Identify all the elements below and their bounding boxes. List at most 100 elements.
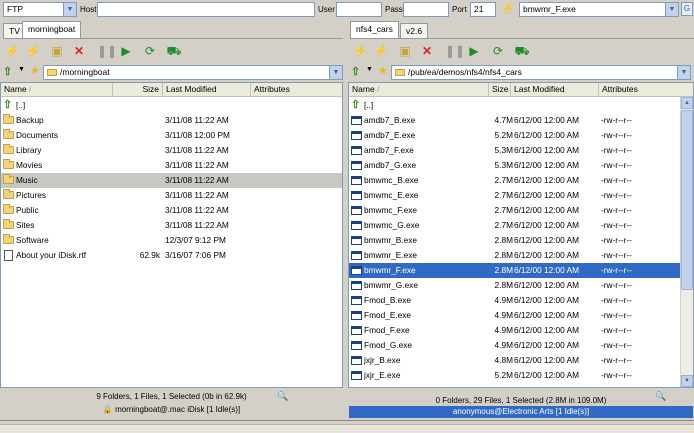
file-modified: 6/12/00 12:00 AM [514,115,580,125]
right-path-input[interactable]: /pub/ea/demos/nfs4/nfs4_cars ▼ [391,65,691,80]
column-header-name[interactable]: Name / [349,83,489,96]
play-icon[interactable]: ▶ [117,42,135,60]
exe-icon [351,326,362,335]
file-attributes: -rw-r--r-- [601,205,632,215]
table-row[interactable]: ⇧ [..] [349,98,680,113]
table-row[interactable]: bmwmc_G.exe 2.7M 6/12/00 12:00 AM -rw-r--r-… [349,218,680,233]
table-row[interactable]: jxjr_E.exe 5.2M 6/12/00 12:00 AM -rw-r--r-- [349,368,680,383]
protocol-select[interactable]: FTP ▼ [3,2,77,17]
file-attributes: -rw-r--r-- [601,340,632,350]
right-file-list[interactable]: Name / Size Last Modified Attributes ⇧ [.… [348,82,694,388]
delete-icon[interactable]: ✕ [70,42,88,60]
table-row[interactable]: Documents 3/11/08 12:00 PM [1,128,342,143]
new-folder-icon[interactable]: ▣ [396,42,414,60]
quick-file-combo[interactable]: bmwmr_F.exe ▼ [519,2,679,17]
table-row[interactable]: Backup 3/11/08 11:22 AM [1,113,342,128]
table-row[interactable]: Fmod_B.exe 4.9M 6/12/00 12:00 AM -rw-r--r-- [349,293,680,308]
bookmark-star-icon[interactable]: ★ [378,64,388,77]
pause-icon[interactable]: ❚❚ [97,42,117,60]
up-arrow-icon[interactable]: ⇧ [351,65,360,78]
left-path-input[interactable]: /morningboat ▼ [43,65,343,80]
chevron-down-icon[interactable]: ▼ [665,3,678,16]
port-input[interactable]: 21 [470,2,496,17]
file-name: bmwmr_B.exe [364,235,418,245]
table-row[interactable]: jxjr_B.exe 4.8M 6/12/00 12:00 AM -rw-r--r-- [349,353,680,368]
column-header-size[interactable]: Size [489,83,511,96]
refresh-icon[interactable]: ⟳ [141,42,159,60]
table-row[interactable]: Movies 3/11/08 11:22 AM [1,158,342,173]
new-folder-icon[interactable]: ▣ [48,42,66,60]
table-row[interactable]: Fmod_G.exe 4.9M 6/12/00 12:00 AM -rw-r--r-- [349,338,680,353]
file-modified: 6/12/00 12:00 AM [514,340,580,350]
delete-icon[interactable]: ✕ [418,42,436,60]
table-row[interactable]: amdb7_B.exe 4.7M 6/12/00 12:00 AM -rw-r--r-… [349,113,680,128]
table-row[interactable]: bmwmc_F.exe 2.7M 6/12/00 12:00 AM -rw-r--r-… [349,203,680,218]
chevron-down-icon[interactable]: ▼ [677,66,690,79]
table-row[interactable]: amdb7_G.exe 5.3M 6/12/00 12:00 AM -rw-r--r-… [349,158,680,173]
column-header-size[interactable]: Size [113,83,163,96]
search-icon[interactable]: 🔍 [655,391,666,402]
table-row[interactable]: Software 12/3/07 9:12 PM [1,233,342,248]
search-icon[interactable]: 🔍 [277,391,288,402]
transfer-queue-strip[interactable] [0,424,694,433]
connect-icon[interactable]: G [681,2,693,16]
table-row[interactable]: Library 3/11/08 11:22 AM [1,143,342,158]
file-name: bmwmr_G.exe [364,280,418,290]
chevron-down-icon[interactable]: ▼ [366,66,373,73]
table-row[interactable]: bmwmc_E.exe 2.7M 6/12/00 12:00 AM -rw-r--r-… [349,188,680,203]
file-name: [..] [364,100,374,110]
table-row[interactable]: bmwmr_G.exe 2.8M 6/12/00 12:00 AM -rw-r--r-… [349,278,680,293]
column-header-last-modified[interactable]: Last Modified [511,83,599,96]
table-row[interactable]: bmwmc_B.exe 2.7M 6/12/00 12:00 AM -rw-r--r-… [349,173,680,188]
refresh-icon[interactable]: ⟳ [489,42,507,60]
file-modified: 6/12/00 12:00 AM [514,205,580,215]
scroll-thumb[interactable] [681,110,693,290]
lightning-icon[interactable]: ⚡ [351,42,369,60]
scroll-down-arrow-icon[interactable]: ▼ [681,375,693,387]
table-row[interactable]: ⇧ [..] [1,98,342,113]
table-row[interactable]: bmwmr_B.exe 2.8M 6/12/00 12:00 AM -rw-r--r-… [349,233,680,248]
left-file-list[interactable]: Name / Size Last Modified Attributes ⇧ [.… [0,82,343,388]
right-vertical-scrollbar[interactable]: ▲ ▼ [680,97,693,387]
column-header-attributes[interactable]: Attributes [599,83,693,96]
table-row[interactable]: Fmod_F.exe 4.9M 6/12/00 12:00 AM -rw-r--r-- [349,323,680,338]
transfer-truck-icon[interactable]: ⛟ [165,42,183,60]
user-input[interactable] [336,2,382,17]
tab-v2-6[interactable]: v2.6 [400,23,429,39]
table-row[interactable]: Music 3/11/08 11:22 AM [1,173,342,188]
table-row[interactable]: Sites 3/11/08 11:22 AM [1,218,342,233]
host-input[interactable] [97,2,315,17]
column-header-name[interactable]: Name / [1,83,113,96]
table-row[interactable]: bmwmr_E.exe 2.8M 6/12/00 12:00 AM -rw-r--r-… [349,248,680,263]
file-name: amdb7_B.exe [364,115,416,125]
chevron-down-icon[interactable]: ▼ [63,3,76,16]
table-row[interactable]: Pictures 3/11/08 11:22 AM [1,188,342,203]
table-row[interactable]: amdb7_F.exe 5.3M 6/12/00 12:00 AM -rw-r--r-… [349,143,680,158]
scroll-up-arrow-icon[interactable]: ▲ [681,97,693,109]
table-row[interactable]: amdb7_E.exe 5.2M 6/12/00 12:00 AM -rw-r--r-… [349,128,680,143]
up-arrow-icon[interactable]: ⇧ [3,65,12,78]
pass-input[interactable] [403,2,449,17]
quick-transfer-icon[interactable]: ⚡ [501,2,515,16]
pause-icon[interactable]: ❚❚ [445,42,465,60]
file-size: 5.3M [494,145,513,155]
transfer-truck-icon[interactable]: ⛟ [513,42,531,60]
folder-icon [3,234,14,244]
table-row[interactable]: Fmod_E.exe 4.9M 6/12/00 12:00 AM -rw-r--r-- [349,308,680,323]
disconnect-icon[interactable]: ⚡ [372,42,390,60]
file-name: About your iDisk.rtf [16,250,87,260]
column-header-attributes[interactable]: Attributes [251,83,342,96]
tab-nfs4-cars[interactable]: nfs4_cars [350,21,399,39]
play-icon[interactable]: ▶ [465,42,483,60]
chevron-down-icon[interactable]: ▼ [329,66,342,79]
table-row[interactable]: Public 3/11/08 11:22 AM [1,203,342,218]
lightning-icon[interactable]: ⚡ [3,42,21,60]
tab-morningboat[interactable]: morningboat [22,21,82,39]
disconnect-icon[interactable]: ⚡ [24,42,42,60]
table-row[interactable]: bmwmr_F.exe 2.8M 6/12/00 12:00 AM -rw-r--r-… [349,263,680,278]
column-header-last-modified[interactable]: Last Modified [163,83,251,96]
chevron-down-icon[interactable]: ▼ [18,66,25,73]
table-row[interactable]: About your iDisk.rtf 62.9k 3/16/07 7:06 PM [1,248,342,263]
file-modified: 6/12/00 12:00 AM [514,160,580,170]
bookmark-star-icon[interactable]: ★ [30,64,40,77]
